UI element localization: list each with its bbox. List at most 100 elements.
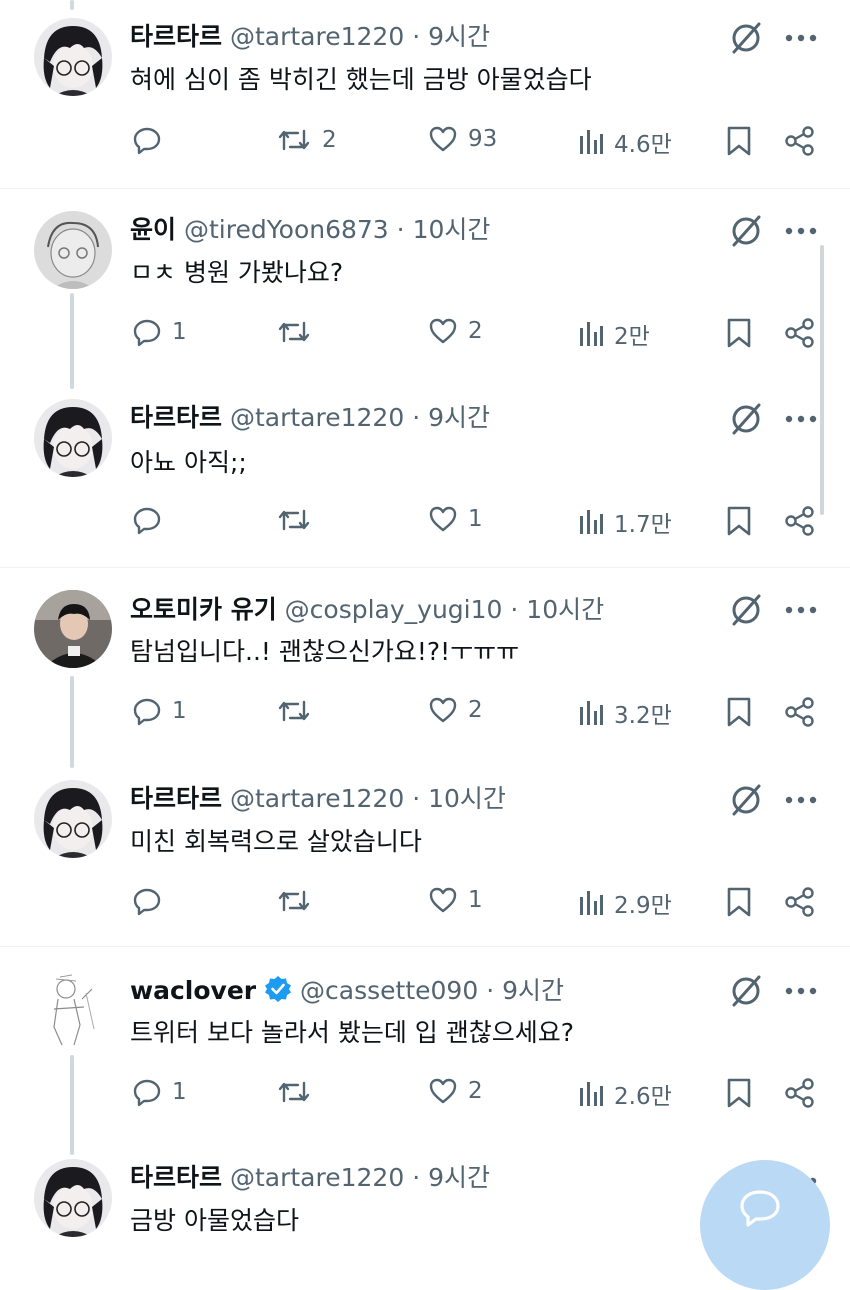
timestamp[interactable]: 9시간 [428,403,490,432]
grok-icon[interactable] [726,18,766,58]
verified-badge-icon [265,976,292,1002]
more-icon[interactable] [784,224,818,238]
views-button[interactable]: 2만 [578,317,650,351]
share-button[interactable] [784,1077,816,1109]
share-button[interactable] [784,317,816,349]
author-name[interactable]: 오토미카 유기 [130,595,277,624]
share-button[interactable] [784,125,816,157]
like-button[interactable]: 2 [428,1077,483,1105]
tweet-text: 미친 회복력으로 살았습니다 [130,827,422,856]
views-button[interactable]: 3.2만 [578,696,672,730]
more-icon[interactable] [784,412,818,426]
grok-icon[interactable] [726,590,766,630]
retweet-icon [278,700,310,722]
compose-button[interactable] [700,1160,830,1290]
author-handle[interactable]: @tartare1220 [230,784,404,813]
views-button[interactable]: 1.7만 [578,505,672,539]
retweet-button[interactable] [276,696,322,726]
scrollbar[interactable] [820,245,824,515]
share-button[interactable] [784,505,816,537]
author-handle[interactable]: @tartare1220 [230,1163,404,1192]
separator: · [412,1163,421,1192]
share-icon [785,318,814,348]
author-handle[interactable]: @tartare1220 [230,403,404,432]
timestamp[interactable]: 10시간 [428,784,506,813]
separator: · [412,784,421,813]
bookmark-button[interactable] [726,886,752,918]
author-name[interactable]: waclover [130,976,256,1005]
share-button[interactable] [784,696,816,728]
author-handle[interactable]: @cassette090 [300,976,478,1005]
grok-icon[interactable] [726,399,766,439]
like-button[interactable]: 93 [428,125,497,153]
views-button[interactable]: 2.6만 [578,1077,672,1111]
retweet-button[interactable] [276,886,322,916]
reply-button[interactable] [132,886,172,916]
retweet-button[interactable] [276,1077,322,1107]
bookmark-button[interactable] [726,125,752,157]
timestamp[interactable]: 9시간 [502,976,564,1005]
retweet-button[interactable]: 2 [276,125,337,155]
tweet[interactable]: 타르타르 @tartare1220 · 9시간 아뇨 아직;; 1 1.7만 [0,379,850,567]
views-count: 3.2만 [614,703,672,729]
like-button[interactable]: 1 [428,886,483,914]
tweet[interactable]: 윤이 @tiredYoon6873 · 10시간 ㅁㅊ 병원 가봤나요? 1 2… [0,189,850,389]
share-icon [785,126,814,156]
views-button[interactable]: 2.9만 [578,886,672,920]
views-button[interactable]: 4.6만 [578,125,672,159]
timestamp[interactable]: 10시간 [526,595,604,624]
author-name[interactable]: 타르타르 [130,1163,222,1192]
avatar[interactable] [34,780,112,858]
reply-button[interactable]: 1 [132,696,187,726]
share-button[interactable] [784,886,816,918]
reply-button[interactable] [132,125,172,155]
bookmark-icon [727,318,751,348]
avatar[interactable] [34,590,112,668]
reply-button[interactable] [132,505,172,535]
timestamp[interactable]: 10시간 [413,215,491,244]
views-count: 2.9만 [614,893,672,919]
retweet-button[interactable] [276,317,322,347]
tweet[interactable]: 타르타르 @tartare1220 · 9시간 혀에 심이 좀 박히긴 했는데 … [0,0,850,188]
author-name[interactable]: 타르타르 [130,784,222,813]
like-button[interactable]: 2 [428,696,483,724]
more-icon[interactable] [784,31,818,45]
timestamp[interactable]: 9시간 [428,22,490,51]
bookmark-button[interactable] [726,696,752,728]
more-icon[interactable] [784,793,818,807]
like-button[interactable]: 1 [428,505,483,533]
retweet-button[interactable] [276,505,322,535]
avatar[interactable] [34,399,112,477]
more-icon[interactable] [784,603,818,617]
author-handle[interactable]: @tiredYoon6873 [184,215,389,244]
like-icon [429,887,457,913]
author-handle[interactable]: @tartare1220 [230,22,404,51]
author-name[interactable]: 윤이 [130,215,176,244]
like-icon [429,506,457,532]
bookmark-button[interactable] [726,505,752,537]
grok-icon[interactable] [726,780,766,820]
reply-button[interactable]: 1 [132,317,187,347]
author-name[interactable]: 타르타르 [130,22,222,51]
avatar[interactable] [34,211,112,289]
more-icon[interactable] [784,984,818,998]
like-button[interactable]: 2 [428,317,483,345]
views-icon [580,701,603,725]
bookmark-icon [727,506,751,536]
retweet-icon [278,321,310,343]
bookmark-button[interactable] [726,1077,752,1109]
tweet[interactable]: 타르타르 @tartare1220 · 10시간 미친 회복력으로 살았습니다 … [0,758,850,946]
avatar[interactable] [34,18,112,96]
avatar[interactable] [34,969,112,1047]
author-handle[interactable]: @cosplay_yugi10 [285,595,503,624]
like-icon [429,318,457,344]
grok-icon[interactable] [726,971,766,1011]
grok-icon[interactable] [726,211,766,251]
avatar[interactable] [34,1159,112,1237]
bookmark-button[interactable] [726,317,752,349]
tweet[interactable]: waclover @cassette090 · 9시간 트위터 보다 놀라서 봤… [0,947,850,1155]
reply-button[interactable]: 1 [132,1077,187,1107]
timestamp[interactable]: 9시간 [428,1163,490,1192]
tweet[interactable]: 오토미카 유기 @cosplay_yugi10 · 10시간 탐넘입니다..! … [0,568,850,768]
author-name[interactable]: 타르타르 [130,403,222,432]
